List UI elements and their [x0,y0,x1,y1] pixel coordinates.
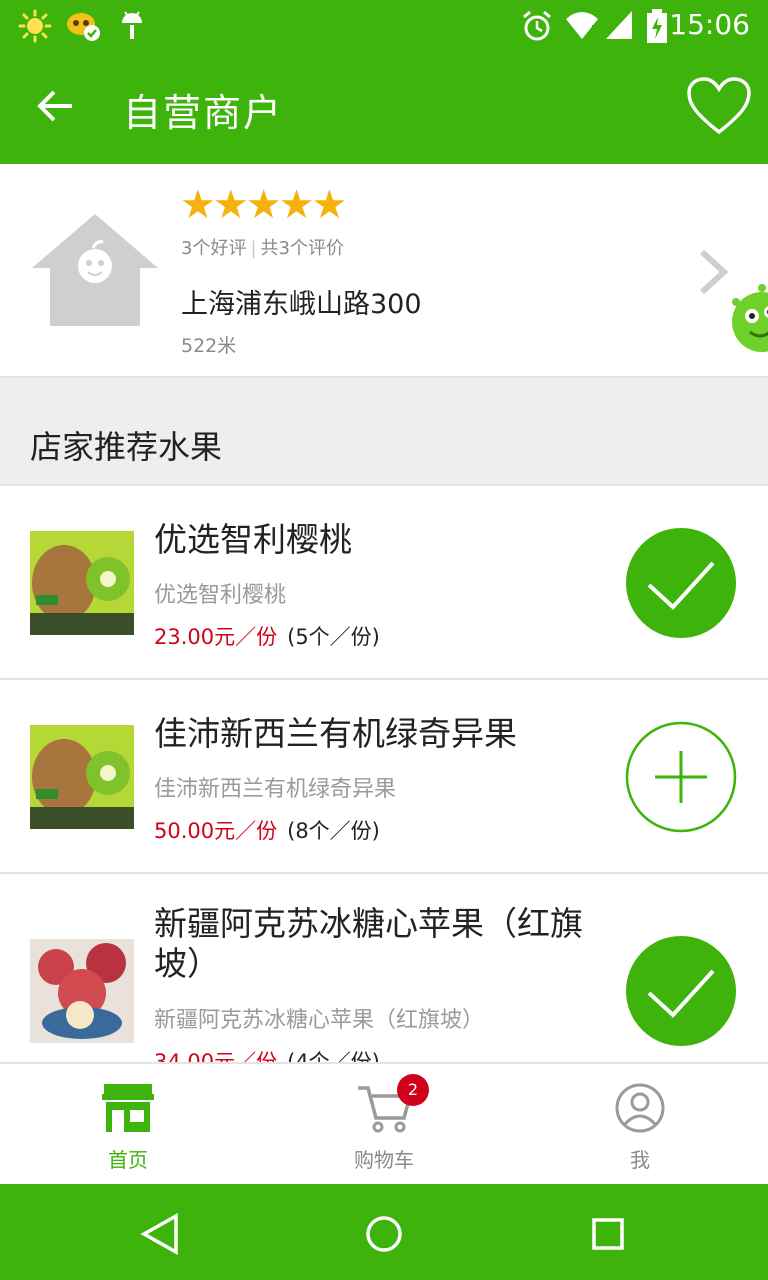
divider: | [250,238,257,259]
alarm-icon [523,10,551,41]
nav-recents-icon[interactable] [586,1212,630,1256]
nav-back-icon[interactable] [138,1212,182,1256]
weather-sun-icon [18,9,52,43]
product-image-apple[interactable] [30,939,134,1043]
shop-address: 上海浦东峨山路300 [181,289,422,320]
product-price: 34.00元／份 [154,1050,278,1062]
product-subtitle: 佳沛新西兰有机绿奇异果 [154,777,397,802]
favorite-heart-icon[interactable] [686,76,752,138]
product-price: 23.00元／份 [154,625,278,649]
signal-icon [606,11,632,39]
product-unit: (4个／份) [287,1050,380,1062]
product-image-kiwi[interactable] [30,531,134,635]
product-name: 佳沛新西兰有机绿奇异果 [154,714,517,753]
shop-distance: 522米 [181,335,237,357]
product-unit: (5个／份) [287,625,380,649]
product-price: 50.00元／份 [154,819,278,843]
tab-label: 首页 [108,1148,148,1172]
app-notification-icon [67,13,100,41]
product-price-row: 50.00元／份 (8个／份) [154,815,380,845]
product-item[interactable]: 优选智利樱桃 优选智利樱桃 23.00元／份 (5个／份) [0,486,768,680]
rating-summary: 3个好评 | 共3个评价 [181,234,344,260]
tab-label: 购物车 [354,1148,414,1172]
product-unit: (8个／份) [287,819,380,843]
product-price-row: 23.00元／份 (5个／份) [154,621,380,651]
add-to-cart-button[interactable] [625,721,737,833]
profile-icon [615,1083,665,1133]
system-nav-bar [0,1184,768,1280]
tab-profile[interactable]: 我 [512,1064,768,1186]
product-price-row: 34.00元／份 (4个／份) [154,1046,380,1062]
product-name: 优选智利樱桃 [154,520,352,559]
good-review-count: 3个好评 [181,238,247,259]
tab-home[interactable]: 首页 [0,1064,256,1186]
page-title: 自营商户 [123,91,284,135]
product-subtitle: 新疆阿克苏冰糖心苹果（红旗坡） [154,1008,485,1033]
back-arrow-icon[interactable] [34,84,78,128]
product-item[interactable]: 佳沛新西兰有机绿奇异果 佳沛新西兰有机绿奇异果 50.00元／份 (8个／份) [0,680,768,874]
bottom-tab-bar: 首页 购物车 我 2 [0,1062,768,1184]
total-review-count: 共3个评价 [260,238,344,259]
product-name: 新疆阿克苏冰糖心苹果（红旗坡） [154,904,583,983]
cart-badge: 2 [397,1074,429,1106]
shop-info-card[interactable]: ★★★★★ 3个好评 | 共3个评价 上海浦东峨山路300 522米 [0,164,768,378]
section-title: 店家推荐水果 [30,428,223,466]
android-icon [122,11,142,39]
added-check-button[interactable] [625,935,737,1047]
store-icon [102,1084,154,1132]
status-time: 15:06 [669,8,750,41]
added-check-button[interactable] [625,527,737,639]
product-list[interactable]: 优选智利樱桃 优选智利樱桃 23.00元／份 (5个／份) 佳沛新西兰有机绿奇异果… [0,486,768,1062]
wifi-icon [566,12,598,39]
status-bar: 15:06 [0,0,768,52]
mascot-icon[interactable] [722,282,768,372]
product-subtitle: 优选智利樱桃 [154,583,287,608]
tab-cart[interactable]: 购物车 [256,1064,512,1186]
nav-home-icon[interactable] [362,1212,406,1256]
product-image-kiwi[interactable] [30,725,134,829]
section-header: 店家推荐水果 [0,378,768,486]
product-item[interactable]: 新疆阿克苏冰糖心苹果（红旗坡） 新疆阿克苏冰糖心苹果（红旗坡） 34.00元／份… [0,874,768,1062]
battery-icon [647,9,667,43]
shop-logo [32,214,158,326]
app-bar: 自营商户 [0,52,768,164]
rating-stars: ★★★★★ [180,182,347,228]
tab-label: 我 [630,1148,650,1172]
